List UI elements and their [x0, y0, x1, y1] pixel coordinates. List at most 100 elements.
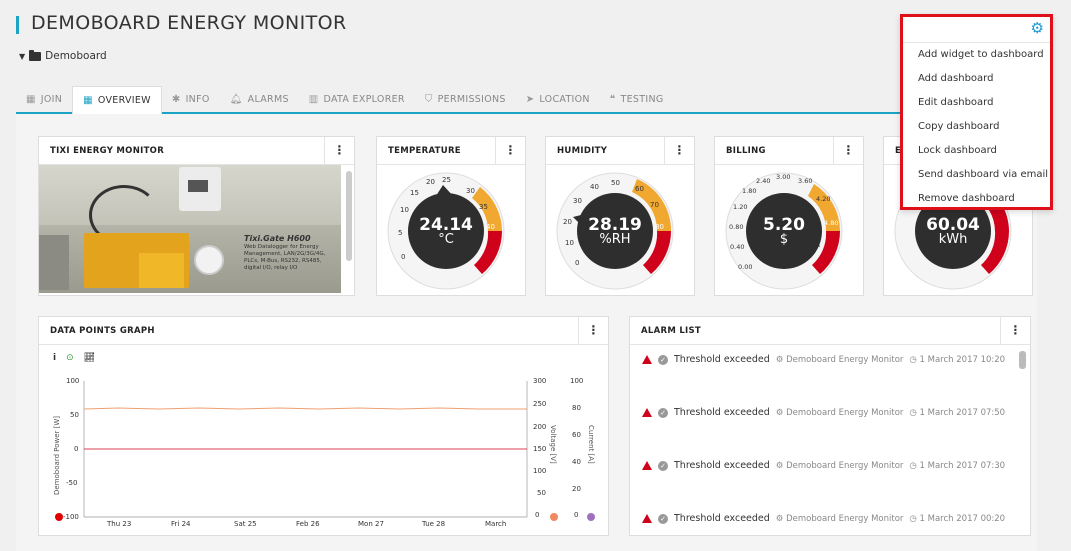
caret-down-icon[interactable]: ▼	[19, 52, 25, 61]
alarm-text: Threshold exceeded	[674, 513, 770, 524]
widget-menu-button[interactable]: ⋮	[495, 137, 525, 164]
y3-tick: 0	[574, 511, 579, 519]
tab-label: INFO	[185, 93, 210, 105]
widget-menu-button[interactable]: ⋮	[324, 137, 354, 164]
widget-title: TEMPERATURE	[388, 145, 461, 156]
x-tick: Sat 25	[234, 520, 257, 528]
widget-temperature: TEMPERATURE ⋮ 0 5 10 15 20 25 30 35 40 2…	[376, 136, 526, 296]
tab-label: LOCATION	[539, 93, 590, 105]
tab-label: TESTING	[620, 93, 664, 105]
gauge-tick: 0	[401, 253, 405, 261]
y2-tick: 300	[533, 377, 547, 385]
widget-menu-button[interactable]: ⋮	[664, 137, 694, 164]
tab-overview[interactable]: ▦ OVERVIEW	[72, 86, 162, 114]
grid-icon: ▦	[26, 93, 36, 105]
gauge-tick: 70	[650, 201, 659, 209]
widget-billing: BILLING ⋮ 0.00 0.40 0.80 1.20 1.80 2.40 …	[714, 136, 864, 296]
alarm-source: ⚙ Demoboard Energy Monitor	[775, 354, 904, 365]
bell-icon: 🔔︎	[229, 93, 243, 105]
widget-menu-button[interactable]: ⋮	[578, 317, 608, 344]
y-tick: 0	[74, 445, 79, 453]
y-tick: 100	[66, 377, 80, 385]
alarm-time: ◷ 1 March 2017 10:20	[909, 354, 1006, 365]
tab-location[interactable]: ➤ LOCATION	[516, 86, 600, 112]
alarm-item[interactable]: ✓ Threshold exceeded ⚙ Demoboard Energy …	[642, 513, 1005, 524]
title-accent-bar	[16, 16, 19, 34]
tab-data-explorer[interactable]: ▥ DATA EXPLORER	[299, 86, 415, 112]
gauge-tick: 30	[573, 197, 582, 205]
alarm-time: ◷ 1 March 2017 07:30	[909, 460, 1006, 471]
alarm-item[interactable]: ✓ Threshold exceeded ⚙ Demoboard Energy …	[642, 460, 1005, 471]
dashboard-content: TIXI ENERGY MONITOR ⋮ Tixi.Gate H600 Web…	[16, 114, 1037, 551]
widget-menu-button[interactable]: ⋮	[1000, 317, 1030, 344]
menu-item-remove-dashboard[interactable]: Remove dashboard	[903, 187, 1050, 211]
photo-caption-text: Web Datalogger for Energy Management, LA…	[244, 244, 326, 271]
y3-tick: 60	[572, 431, 581, 439]
tab-join[interactable]: ▦ JOIN	[16, 86, 72, 112]
scrollbar[interactable]	[1019, 351, 1026, 369]
menu-item-edit-dashboard[interactable]: Edit dashboard	[903, 91, 1050, 115]
temperature-unit: °C	[438, 232, 454, 247]
gear-icon[interactable]: ⚙	[1031, 19, 1044, 37]
photo-caption-title: Tixi.Gate H600	[244, 234, 311, 243]
widget-title: TIXI ENERGY MONITOR	[50, 145, 165, 156]
check-icon: ✓	[658, 460, 668, 471]
alarm-source: ⚙ Demoboard Energy Monitor	[775, 513, 904, 524]
alarm-item[interactable]: ✓ Threshold exceeded ⚙ Demoboard Energy …	[642, 407, 1005, 418]
gauge-tick: 10	[400, 206, 409, 214]
tab-label: DATA EXPLORER	[323, 93, 405, 105]
widget-header: HUMIDITY ⋮	[546, 137, 694, 165]
widget-tixi-energy-monitor: TIXI ENERGY MONITOR ⋮ Tixi.Gate H600 Web…	[38, 136, 355, 296]
tab-permissions[interactable]: ⛉ PERMISSIONS	[415, 86, 516, 112]
widget-header: BILLING ⋮	[715, 137, 863, 165]
menu-item-lock-dashboard[interactable]: Lock dashboard	[903, 139, 1050, 163]
tab-label: OVERVIEW	[97, 95, 151, 106]
warning-icon	[642, 408, 652, 417]
tab-info[interactable]: ✱ INFO	[162, 86, 220, 112]
graph-plot	[55, 381, 595, 521]
voltage-axis-title: Voltage [V]	[549, 425, 557, 464]
warning-icon	[642, 461, 652, 470]
y3-tick: 20	[572, 485, 581, 493]
gauge-tick: 40	[590, 183, 599, 191]
widget-title: HUMIDITY	[557, 145, 608, 156]
menu-item-add-dashboard[interactable]: Add dashboard	[903, 67, 1050, 91]
current-axis-title: Current [A]	[587, 425, 595, 464]
gauge-tick: 0.00	[738, 263, 752, 271]
gauge-tick: 25	[442, 176, 451, 184]
y2-tick: 50	[537, 489, 546, 497]
alarm-text: Threshold exceeded	[674, 460, 770, 471]
photo-caption: Tixi.Gate H600 Web Datalogger for Energy…	[244, 235, 339, 272]
gauge-tick: 2.40	[756, 177, 770, 185]
menu-item-copy-dashboard[interactable]: Copy dashboard	[903, 115, 1050, 139]
menu-header: ⚙	[903, 17, 1050, 43]
tab-testing[interactable]: ❝ TESTING	[600, 86, 674, 112]
gauge-tick: 35	[479, 203, 488, 211]
location-arrow-icon: ➤	[525, 93, 535, 105]
humidity-gauge: 0 10 20 30 40 50 60 70 80 28.19 %RH	[555, 169, 675, 291]
y-tick: -50	[66, 479, 78, 487]
breadcrumb-label[interactable]: Demoboard	[45, 50, 107, 62]
tab-label: PERMISSIONS	[437, 93, 506, 105]
breadcrumb[interactable]: ▼ Demoboard	[19, 49, 107, 62]
scrollbar[interactable]	[346, 171, 352, 261]
x-tick: Fri 24	[171, 520, 191, 528]
gauge-tick: 3.60	[798, 177, 812, 185]
y3-tick: 80	[572, 404, 581, 412]
menu-item-send-dashboard-email[interactable]: Send dashboard via email	[903, 163, 1050, 187]
widget-title: DATA POINTS GRAPH	[50, 325, 155, 336]
tab-alarms[interactable]: 🔔︎ ALARMS	[220, 86, 299, 112]
x-tick: March	[485, 520, 507, 528]
check-icon: ✓	[658, 407, 668, 418]
x-tick: Thu 23	[107, 520, 132, 528]
widget-data-points-graph: DATA POINTS GRAPH ⋮ i ⊙ 📈︎ 100 50 0 -50 …	[38, 316, 609, 536]
widget-header: TEMPERATURE ⋮	[377, 137, 525, 165]
y2-tick: 100	[533, 467, 547, 475]
menu-item-add-widget[interactable]: Add widget to dashboard	[903, 43, 1050, 67]
alarm-item[interactable]: ✓ Threshold exceeded ⚙ Demoboard Energy …	[642, 354, 1005, 365]
gauge-tick: 1.20	[733, 203, 747, 211]
alarm-time: ◷ 1 March 2017 07:50	[909, 407, 1006, 418]
gauge-tick: 15	[410, 189, 419, 197]
warning-icon	[642, 514, 652, 523]
widget-menu-button[interactable]: ⋮	[833, 137, 863, 164]
